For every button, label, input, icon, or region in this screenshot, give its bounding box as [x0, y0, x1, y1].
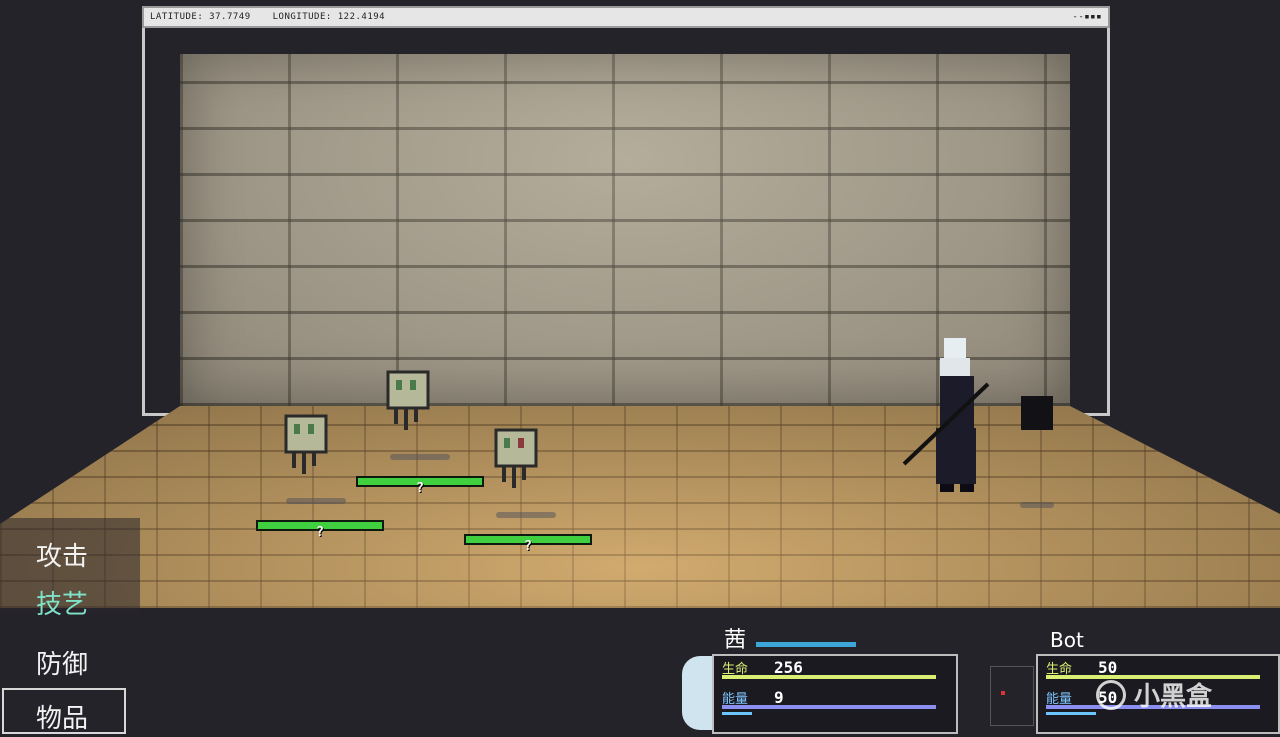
longitude-readout: LONGITUDE: 122.4194: [272, 12, 386, 22]
bot-sprite: [1021, 396, 1053, 430]
watermark: 小黑盒: [1096, 676, 1212, 713]
party-name-2: Bot: [1050, 628, 1084, 652]
energy-sub-bar: [722, 712, 752, 715]
coordinate-bar: LATITUDE: 37.7749 LONGITUDE: 122.4194 --…: [142, 6, 1110, 28]
ghost-icon: [284, 414, 328, 474]
enemy-hp-bar-2: ?: [356, 476, 484, 496]
window-controls-icon[interactable]: --▪▪▪: [1072, 12, 1102, 22]
bot-shadow: [1020, 502, 1054, 508]
party-status-1[interactable]: 生命 256 能量 9: [712, 654, 958, 734]
bot-portrait: [990, 666, 1034, 726]
enemy-name-3: ?: [524, 539, 532, 554]
enemy-name-1: ?: [316, 525, 324, 540]
turn-gauge: [756, 642, 856, 647]
latitude-readout: LATITUDE: 37.7749: [150, 12, 251, 22]
swordswoman-icon: [902, 338, 990, 492]
energy-bar: [722, 705, 936, 709]
command-item[interactable]: 物品: [36, 698, 88, 735]
enemy-shadow: [496, 512, 556, 518]
ghost-enemy-1[interactable]: [284, 414, 328, 474]
enemy-shadow: [390, 454, 450, 460]
hp-bar: [722, 675, 936, 679]
tile-floor: [0, 406, 1280, 608]
ghost-enemy-3[interactable]: [494, 428, 538, 488]
command-attack[interactable]: 攻击: [36, 536, 88, 573]
ghost-icon: [494, 428, 538, 488]
hero-sprite: [900, 338, 990, 498]
enemy-hp-bar-1: ?: [256, 520, 384, 540]
party-name-1: 茜: [724, 628, 747, 653]
watermark-logo-icon: [1096, 679, 1126, 710]
red-dot-icon: [1001, 691, 1005, 695]
enemy-hp-bar-3: ?: [464, 534, 592, 554]
command-skill[interactable]: 技艺: [36, 584, 88, 621]
watermark-text: 小黑盒: [1134, 682, 1213, 712]
enemy-shadow: [286, 498, 346, 504]
energy-sub-bar: [1046, 712, 1096, 715]
command-defend[interactable]: 防御: [36, 644, 88, 681]
ghost-enemy-2[interactable]: [386, 370, 430, 430]
ghost-icon: [386, 370, 430, 430]
enemy-name-2: ?: [416, 481, 424, 496]
